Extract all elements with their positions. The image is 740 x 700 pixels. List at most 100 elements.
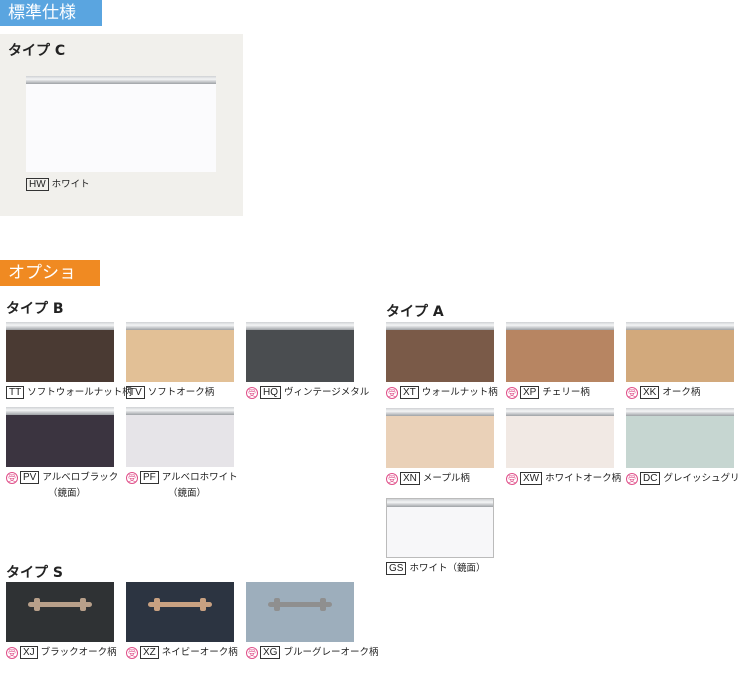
color-code: XN bbox=[400, 472, 420, 485]
bar-handle-icon bbox=[28, 598, 92, 611]
swatch-xk[interactable] bbox=[626, 322, 734, 382]
swatch-pf[interactable] bbox=[126, 407, 234, 467]
made-to-order-icon: 受 bbox=[246, 386, 258, 399]
type-c-label: タイプ C bbox=[8, 43, 66, 59]
color-name: アルベロホワイト bbox=[161, 472, 238, 483]
door-rail bbox=[506, 408, 614, 416]
made-to-order-icon: 受 bbox=[246, 646, 258, 659]
door-rail bbox=[6, 407, 114, 415]
swatch-xz[interactable] bbox=[126, 582, 234, 642]
swatch-tt[interactable] bbox=[6, 322, 114, 382]
swatch-xj[interactable] bbox=[6, 582, 114, 642]
color-name: ホワイトオーク柄 bbox=[545, 473, 622, 484]
color-name: ヴィンテージメタル bbox=[284, 387, 370, 398]
swatch-tv[interactable] bbox=[126, 322, 234, 382]
door-face bbox=[6, 582, 114, 642]
swatch-xg[interactable] bbox=[246, 582, 354, 642]
door-face bbox=[626, 416, 734, 468]
door-rail bbox=[506, 322, 614, 330]
color-code: XG bbox=[260, 646, 281, 659]
made-to-order-icon: 受 bbox=[506, 472, 518, 485]
door-face bbox=[126, 330, 234, 382]
color-code: XZ bbox=[140, 646, 159, 659]
color-name: ホワイト（鏡面） bbox=[409, 563, 486, 574]
made-to-order-icon: 受 bbox=[386, 386, 398, 399]
color-sub-label: （鏡面） bbox=[48, 488, 87, 499]
swatch-pv[interactable] bbox=[6, 407, 114, 467]
swatch-dc[interactable] bbox=[626, 408, 734, 468]
door-rail bbox=[126, 407, 234, 415]
caption-hq: 受 HQ ヴィンテージメタル bbox=[246, 386, 369, 399]
caption-tt: TT ソフトウォールナット柄 bbox=[6, 386, 132, 399]
door-face bbox=[6, 415, 114, 467]
color-name: ウォールナット柄 bbox=[421, 387, 498, 398]
color-code: XK bbox=[640, 386, 660, 399]
color-name: ソフトウォールナット柄 bbox=[27, 387, 132, 398]
door-face bbox=[246, 582, 354, 642]
color-code: PV bbox=[20, 471, 40, 484]
caption-pf: 受 PF アルベロホワイト bbox=[126, 471, 238, 484]
color-name: ネイビーオーク柄 bbox=[161, 647, 238, 658]
swatch-hq[interactable] bbox=[246, 322, 354, 382]
swatch-xw[interactable] bbox=[506, 408, 614, 468]
caption-xg: 受 XG ブルーグレーオーク柄 bbox=[246, 646, 378, 659]
door-face bbox=[626, 330, 734, 382]
door-rail bbox=[626, 408, 734, 416]
door-rail bbox=[626, 322, 734, 330]
door-rail bbox=[387, 499, 493, 507]
option-tab: オプション bbox=[0, 260, 100, 309]
door-face bbox=[386, 416, 494, 468]
caption-xj: 受 XJ ブラックオーク柄 bbox=[6, 646, 117, 659]
door-face bbox=[6, 330, 114, 382]
caption-dc: 受DCグレイッシュグリーン bbox=[626, 472, 740, 485]
made-to-order-icon: 受 bbox=[386, 472, 398, 485]
made-to-order-icon: 受 bbox=[126, 471, 138, 484]
caption-gs: GS ホワイト（鏡面） bbox=[386, 562, 485, 575]
color-code: TT bbox=[6, 386, 25, 399]
type-b-label: タイプ B bbox=[6, 301, 64, 317]
made-to-order-icon: 受 bbox=[506, 386, 518, 399]
color-name: オーク柄 bbox=[662, 387, 701, 398]
color-code: TV bbox=[126, 386, 145, 399]
swatch-xp[interactable] bbox=[506, 322, 614, 382]
door-face bbox=[126, 582, 234, 642]
made-to-order-icon: 受 bbox=[626, 472, 638, 485]
color-name: ソフトオーク柄 bbox=[147, 387, 215, 398]
caption-tv: TV ソフトオーク柄 bbox=[126, 386, 214, 399]
swatch-xt[interactable] bbox=[386, 322, 494, 382]
color-name: グレイッシュグリーン bbox=[663, 473, 740, 484]
made-to-order-icon: 受 bbox=[6, 471, 18, 484]
door-face bbox=[506, 330, 614, 382]
type-s-label: タイプ S bbox=[6, 565, 63, 581]
color-name: アルベロブラック bbox=[42, 472, 119, 483]
caption-xp: 受 XP チェリー柄 bbox=[506, 386, 590, 399]
swatch-xn[interactable] bbox=[386, 408, 494, 468]
color-sub-label: （鏡面） bbox=[168, 488, 207, 499]
color-name: ブラックオーク柄 bbox=[40, 647, 117, 658]
color-name: ブルーグレーオーク柄 bbox=[283, 647, 379, 658]
caption-xw: 受 XW ホワイトオーク柄 bbox=[506, 472, 621, 485]
caption-xk: 受 XK オーク柄 bbox=[626, 386, 700, 399]
door-face bbox=[387, 507, 493, 557]
color-code: HQ bbox=[260, 386, 281, 399]
color-code: XP bbox=[520, 386, 540, 399]
made-to-order-icon: 受 bbox=[126, 646, 138, 659]
color-name: チェリー柄 bbox=[542, 387, 590, 398]
color-name: メープル柄 bbox=[422, 473, 470, 484]
swatch-hw[interactable] bbox=[26, 76, 216, 172]
caption-xz: 受 XZ ネイビーオーク柄 bbox=[126, 646, 238, 659]
caption-hw: HW ホワイト bbox=[26, 178, 90, 191]
color-code: XW bbox=[520, 472, 543, 485]
door-face bbox=[386, 330, 494, 382]
color-code: XJ bbox=[20, 646, 38, 659]
bar-handle-icon bbox=[148, 598, 212, 611]
color-code: PF bbox=[140, 471, 159, 484]
caption-pv: 受 PV アルベロブラック bbox=[6, 471, 118, 484]
door-rail bbox=[6, 322, 114, 330]
door-rail bbox=[246, 322, 354, 330]
swatch-gs[interactable] bbox=[386, 498, 494, 558]
door-face bbox=[26, 84, 216, 172]
door-face bbox=[506, 416, 614, 468]
made-to-order-icon: 受 bbox=[626, 386, 638, 399]
door-rail bbox=[126, 322, 234, 330]
